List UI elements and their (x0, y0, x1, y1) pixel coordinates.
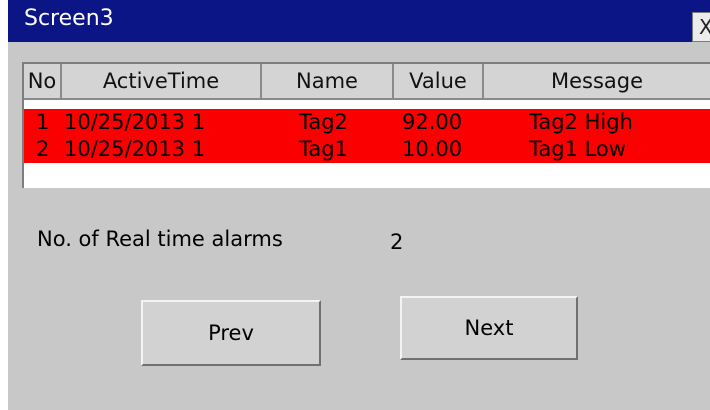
close-button[interactable]: X (692, 12, 710, 42)
cell-no: 2 (36, 137, 50, 161)
column-header-no[interactable]: No (24, 64, 62, 100)
alarm-window: Screen3 X No ActiveTime Name Value Messa… (8, 0, 710, 410)
window-title: Screen3 (24, 6, 114, 31)
cell-active-time: 10/25/2013 1 (64, 137, 206, 161)
table-row[interactable]: 2 10/25/2013 1 Tag1 10.00 Tag1 Low (24, 136, 710, 163)
column-header-value[interactable]: Value (394, 64, 484, 100)
next-button[interactable]: Next (400, 296, 578, 360)
cell-active-time: 10/25/2013 1 (64, 110, 206, 134)
cell-value: 10.00 (402, 137, 463, 161)
cell-name: Tag1 (299, 137, 348, 161)
column-header-message[interactable]: Message (484, 64, 710, 100)
column-header-activetime[interactable]: ActiveTime (62, 64, 262, 100)
cell-name: Tag2 (299, 110, 348, 134)
cell-no: 1 (36, 110, 50, 134)
cell-message: Tag1 Low (529, 137, 626, 161)
alarm-count-value: 2 (390, 230, 404, 254)
alarm-count-label: No. of Real time alarms (37, 227, 283, 251)
prev-button[interactable]: Prev (141, 300, 321, 366)
cell-value: 92.00 (402, 110, 463, 134)
column-header-name[interactable]: Name (262, 64, 394, 100)
title-bar: Screen3 (8, 0, 710, 42)
table-row[interactable]: 1 10/25/2013 1 Tag2 92.00 Tag2 High (24, 109, 710, 136)
table-header: No ActiveTime Name Value Message (24, 64, 710, 100)
alarm-table[interactable]: No ActiveTime Name Value Message 1 10/25… (22, 62, 710, 188)
cell-message: Tag2 High (529, 110, 633, 134)
